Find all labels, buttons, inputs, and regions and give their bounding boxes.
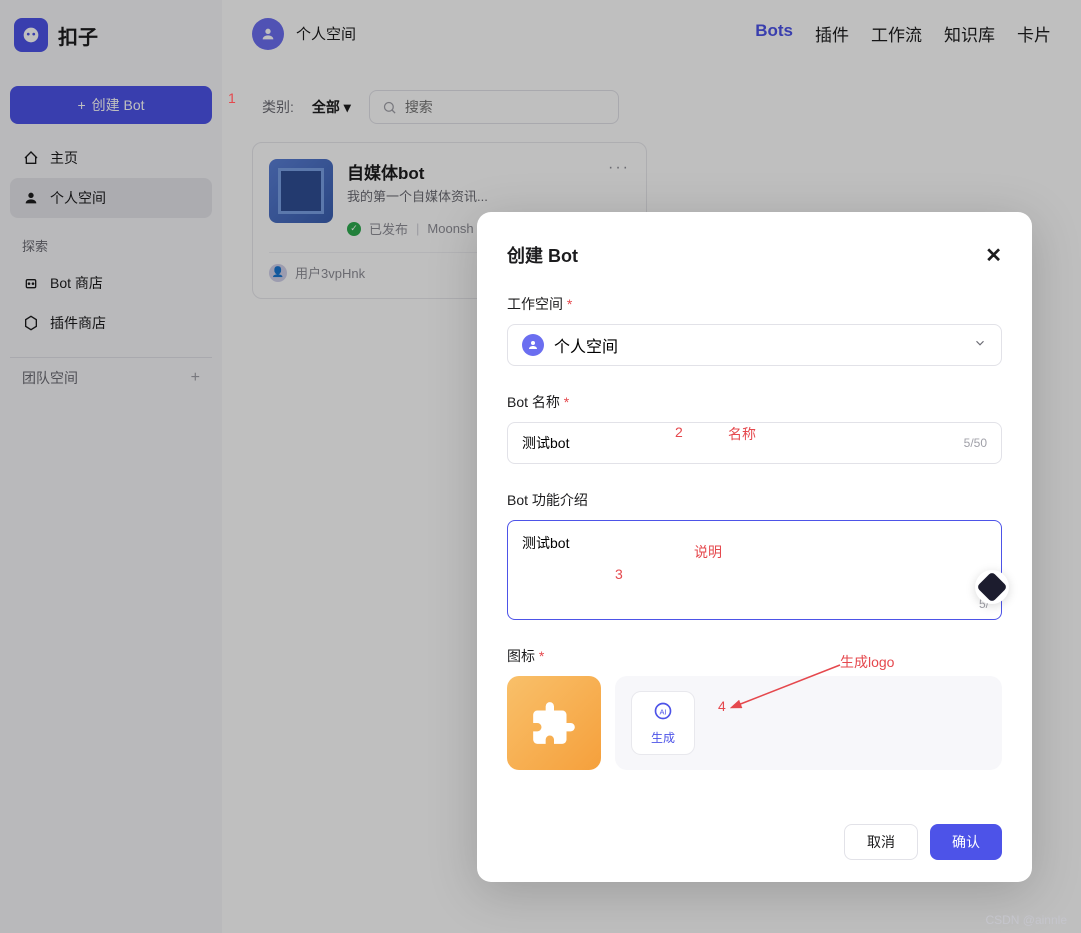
icon-preview[interactable] xyxy=(507,676,601,770)
chevron-down-icon xyxy=(973,336,987,355)
icon-label: 图标 * xyxy=(507,646,1002,666)
modal-title: 创建 Bot xyxy=(507,242,578,268)
ai-icon: AI xyxy=(653,701,673,726)
gen-label: 生成 xyxy=(651,729,675,746)
desc-textarea-wrap: 5/ xyxy=(507,520,1002,620)
generate-button[interactable]: AI 生成 xyxy=(631,691,695,755)
float-badge[interactable] xyxy=(975,570,1009,604)
name-char-count: 5/50 xyxy=(964,436,987,450)
close-icon[interactable]: ✕ xyxy=(985,243,1002,268)
watermark: CSDN @ainnle xyxy=(985,913,1067,927)
workspace-value: 个人空间 xyxy=(554,333,618,357)
confirm-button[interactable]: 确认 xyxy=(930,824,1002,860)
workspace-avatar-icon xyxy=(522,334,544,356)
bot-desc-textarea[interactable] xyxy=(522,533,987,593)
modal-header: 创建 Bot ✕ xyxy=(507,242,1002,268)
name-group: Bot 名称 * 5/50 xyxy=(507,392,1002,464)
icon-gen-area: AI 生成 xyxy=(615,676,1002,770)
workspace-group: 工作空间 * 个人空间 xyxy=(507,294,1002,366)
svg-text:AI: AI xyxy=(659,707,666,716)
workspace-select[interactable]: 个人空间 xyxy=(507,324,1002,366)
desc-label: Bot 功能介绍 xyxy=(507,490,1002,510)
create-bot-modal: 创建 Bot ✕ 工作空间 * 个人空间 Bot 名称 * 5/50 Bot 功… xyxy=(477,212,1032,882)
cancel-button[interactable]: 取消 xyxy=(844,824,918,860)
workspace-label: 工作空间 * xyxy=(507,294,1002,314)
modal-footer: 取消 确认 xyxy=(844,824,1002,860)
icon-group: 图标 * AI 生成 xyxy=(507,646,1002,770)
desc-group: Bot 功能介绍 5/ xyxy=(507,490,1002,620)
puzzle-icon xyxy=(529,698,579,748)
bot-name-input[interactable] xyxy=(522,435,964,451)
name-input-wrap: 5/50 xyxy=(507,422,1002,464)
name-label: Bot 名称 * xyxy=(507,392,1002,412)
